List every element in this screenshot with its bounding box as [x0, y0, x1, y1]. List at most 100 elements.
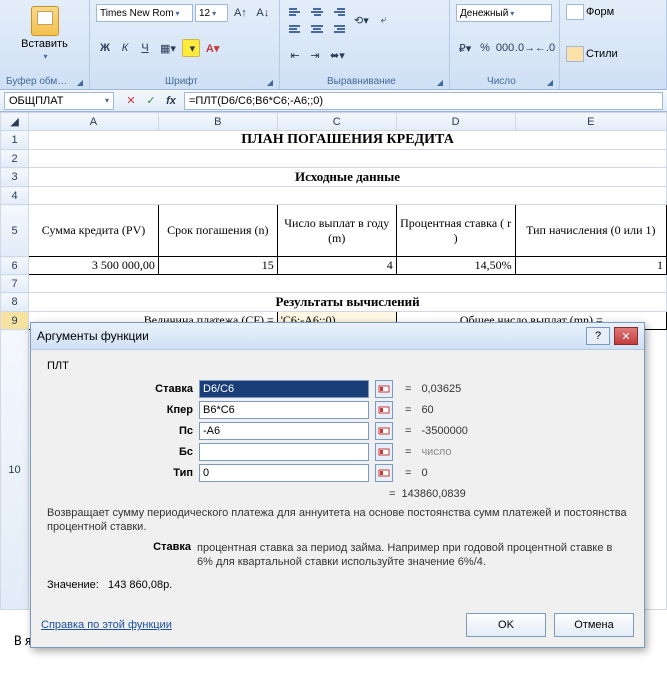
cell[interactable]: [29, 187, 666, 204]
arg-input[interactable]: [199, 443, 369, 461]
row-header[interactable]: 3: [1, 168, 29, 187]
align-mid-right[interactable]: [328, 21, 348, 37]
increase-decimal-button[interactable]: .0→: [516, 39, 534, 57]
close-button[interactable]: ✕: [614, 327, 638, 345]
underline-button[interactable]: Ч: [136, 39, 154, 57]
increase-font-icon[interactable]: A↑: [230, 4, 250, 22]
collapse-icon[interactable]: [375, 401, 393, 419]
paste-button[interactable]: Вставить ▾: [6, 4, 83, 63]
style-swatch[interactable]: [566, 4, 584, 20]
cell[interactable]: Тип начисления (0 или 1): [516, 205, 666, 256]
formula-bar[interactable]: =ПЛТ(D6/C6;B6*C6;-A6;;0): [184, 92, 663, 110]
accept-formula-button[interactable]: ✓: [142, 92, 160, 110]
ribbon-group-font: Times New Rom▾ 12▾ A↑ A↓ Ж К Ч ▦▾ ▾ A▾ Ш…: [90, 0, 280, 89]
orientation-button[interactable]: ⟲▾: [350, 12, 373, 30]
arg-input[interactable]: [199, 401, 369, 419]
decrease-indent-button[interactable]: ⇤: [286, 47, 304, 65]
collapse-icon[interactable]: [375, 422, 393, 440]
align-top-center[interactable]: [307, 4, 327, 20]
collapse-icon[interactable]: [375, 464, 393, 482]
font-color-button[interactable]: A▾: [202, 39, 223, 57]
help-link[interactable]: Справка по этой функции: [41, 619, 172, 631]
style-swatch[interactable]: [566, 46, 584, 62]
col-header[interactable]: B: [158, 113, 277, 131]
col-header[interactable]: C: [277, 113, 396, 131]
row-header[interactable]: 10: [1, 330, 29, 610]
cell[interactable]: Срок погашения (n): [159, 205, 277, 256]
row-header[interactable]: 7: [1, 275, 29, 293]
collapse-icon[interactable]: [375, 443, 393, 461]
row-header[interactable]: 2: [1, 150, 29, 168]
format-label: Форм: [586, 6, 614, 18]
arg-input[interactable]: [199, 464, 369, 482]
font-size-select[interactable]: 12▾: [195, 4, 228, 22]
cell[interactable]: 1: [516, 257, 666, 274]
equals-sign: =: [405, 425, 411, 437]
col-header[interactable]: D: [396, 113, 515, 131]
row-header[interactable]: 5: [1, 205, 29, 257]
align-top-right[interactable]: [328, 4, 348, 20]
arg-input[interactable]: [199, 422, 369, 440]
worksheet: ◢ A B C D E 1 ПЛАН ПОГАШЕНИЯ КРЕДИТА 2 3…: [0, 112, 667, 610]
dialog-titlebar[interactable]: Аргументы функции ? ✕: [31, 323, 644, 350]
ribbon-group-clipboard: Вставить ▾ Буфер обм… ◢: [0, 0, 90, 89]
cell[interactable]: Процентная ставка ( r ): [397, 205, 515, 256]
row-header[interactable]: 1: [1, 131, 29, 150]
dialog-launcher-icon[interactable]: ◢: [267, 78, 273, 87]
merge-center-button[interactable]: ⬌▾: [326, 47, 349, 65]
cell[interactable]: [29, 150, 666, 167]
align-mid-center[interactable]: [307, 21, 327, 37]
select-all-corner[interactable]: ◢: [1, 113, 29, 131]
dialog-launcher-icon[interactable]: ◢: [77, 78, 83, 87]
cell[interactable]: 14,50%: [397, 257, 515, 274]
percent-button[interactable]: %: [476, 39, 494, 57]
cell[interactable]: 3 500 000,00: [29, 257, 158, 274]
help-button[interactable]: ?: [586, 327, 610, 345]
number-format-select[interactable]: Денежный▾: [456, 4, 552, 22]
collapse-icon[interactable]: [375, 380, 393, 398]
cancel-formula-button[interactable]: ✕: [122, 92, 140, 110]
value-result: 143 860,08р.: [108, 579, 172, 591]
decrease-font-icon[interactable]: A↓: [253, 4, 273, 22]
cell[interactable]: Результаты вычислений: [29, 293, 666, 311]
row-header[interactable]: 8: [1, 293, 29, 312]
row-header[interactable]: 4: [1, 187, 29, 205]
cancel-button[interactable]: Отмена: [554, 613, 634, 637]
wrap-text-button[interactable]: ⤶: [375, 12, 393, 30]
ribbon: Вставить ▾ Буфер обм… ◢ Times New Rom▾ 1…: [0, 0, 667, 90]
col-header[interactable]: A: [29, 113, 159, 131]
col-header[interactable]: E: [515, 113, 666, 131]
name-box[interactable]: ОБЩПЛАТ▾: [4, 92, 114, 110]
align-top-left[interactable]: [286, 4, 306, 20]
cell[interactable]: Число выплат в году (m): [278, 205, 396, 256]
dialog-launcher-icon[interactable]: ◢: [547, 78, 553, 87]
cell[interactable]: 15: [159, 257, 277, 274]
align-mid-left[interactable]: [286, 21, 306, 37]
function-description: Возвращает сумму периодического платежа …: [47, 506, 628, 535]
fx-button[interactable]: fx: [162, 92, 180, 110]
row-header[interactable]: 6: [1, 257, 29, 275]
italic-button[interactable]: К: [116, 39, 134, 57]
bold-button[interactable]: Ж: [96, 39, 114, 57]
dialog-launcher-icon[interactable]: ◢: [437, 78, 443, 87]
font-name-select[interactable]: Times New Rom▾: [96, 4, 193, 22]
equals-sign: =: [405, 467, 411, 479]
cell[interactable]: Исходные данные: [29, 168, 666, 186]
arg-input[interactable]: [199, 380, 369, 398]
cell[interactable]: ПЛАН ПОГАШЕНИЯ КРЕДИТА: [29, 131, 666, 149]
increase-indent-button[interactable]: ⇥: [306, 47, 324, 65]
cell[interactable]: [29, 275, 666, 292]
decrease-decimal-button[interactable]: ←.0: [536, 39, 554, 57]
chevron-down-icon: ▾: [43, 52, 47, 61]
currency-button[interactable]: ₽▾: [456, 39, 474, 57]
comma-button[interactable]: 000: [496, 39, 514, 57]
group-title-number: Число: [456, 74, 547, 87]
row-header[interactable]: 9: [1, 312, 29, 330]
border-button[interactable]: ▦▾: [156, 39, 180, 57]
ok-button[interactable]: OK: [466, 613, 546, 637]
cell[interactable]: 4: [278, 257, 396, 274]
overall-result: 143860,0839: [402, 488, 466, 500]
cell[interactable]: Сумма кредита (PV): [29, 205, 158, 256]
param-label: Ставка: [47, 541, 197, 570]
fill-color-button[interactable]: ▾: [182, 39, 200, 57]
